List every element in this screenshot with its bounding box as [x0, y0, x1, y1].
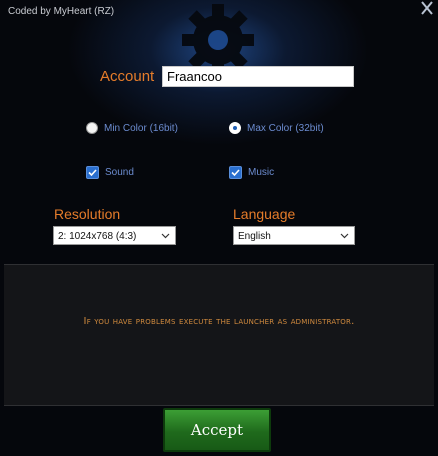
accept-button[interactable]: Accept	[163, 408, 271, 452]
checkmark-icon[interactable]	[86, 166, 99, 179]
account-label: Account	[100, 68, 155, 85]
resolution-label: Resolution	[54, 206, 121, 222]
music-checkbox[interactable]: Music	[229, 166, 274, 179]
launcher-window: Coded by MyHeart (RZ) Account Min Color …	[0, 0, 438, 456]
resolution-value: 2: 1024x768 (4:3)	[58, 231, 137, 242]
language-value: English	[238, 231, 271, 242]
max-color-label: Max Color (32bit)	[247, 122, 324, 134]
max-color-radio[interactable]: Max Color (32bit)	[229, 122, 324, 134]
window-title: Coded by MyHeart (RZ)	[8, 6, 115, 17]
min-color-label: Min Color (16bit)	[104, 122, 178, 134]
chevron-down-icon	[340, 233, 349, 239]
resolution-select[interactable]: 2: 1024x768 (4:3)	[53, 226, 176, 245]
language-select[interactable]: English	[233, 226, 355, 245]
checkmark-icon[interactable]	[229, 166, 242, 179]
radio-button-selected[interactable]	[229, 122, 241, 134]
music-label: Music	[248, 167, 275, 178]
account-input[interactable]	[162, 66, 354, 87]
radio-button[interactable]	[86, 122, 98, 134]
close-icon[interactable]	[419, 0, 435, 16]
min-color-radio[interactable]: Min Color (16bit)	[86, 122, 178, 134]
sound-checkbox[interactable]: Sound	[86, 166, 134, 179]
sound-label: Sound	[105, 167, 134, 178]
chevron-down-icon	[161, 233, 170, 239]
admin-notice: If you have problems execute the launche…	[83, 316, 355, 327]
notice-panel: If you have problems execute the launche…	[4, 264, 434, 406]
language-label: Language	[233, 206, 296, 222]
